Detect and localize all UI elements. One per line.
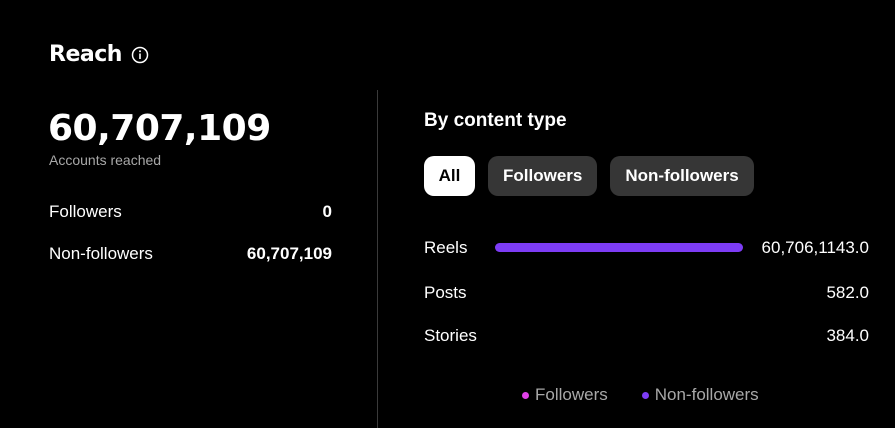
content-row-label: Stories — [424, 326, 477, 345]
info-icon[interactable] — [131, 46, 149, 64]
non-followers-dot-icon — [641, 391, 649, 399]
panel-divider — [377, 90, 378, 428]
followers-dot-icon — [522, 391, 529, 399]
reels-non-followers-bar — [495, 243, 743, 252]
reach-header: Reach — [49, 42, 149, 67]
content-row-stories: Stories 384.0 — [424, 324, 869, 348]
content-type-filter-chips: All Followers Non-followers — [424, 156, 754, 196]
legend-label: Non-followers — [654, 385, 759, 404]
content-row-value: 60,706,1143.0 — [761, 238, 869, 257]
legend-label: Followers — [535, 385, 608, 404]
content-row-value: 384.0 — [826, 326, 869, 345]
accounts-reached-count: 60,707,109 — [48, 108, 271, 149]
accounts-reached-label: Accounts reached — [49, 152, 162, 168]
page-title: Reach — [49, 42, 122, 67]
chip-non-followers[interactable]: Non-followers — [610, 156, 754, 196]
stat-label: Non-followers — [49, 244, 153, 263]
content-row-label: Posts — [424, 283, 467, 302]
stat-value: 60,707,109 — [246, 244, 332, 263]
chip-all[interactable]: All — [424, 156, 475, 196]
legend-item-non-followers: Non-followers — [641, 385, 759, 405]
content-row-posts: Posts 582.0 — [424, 281, 869, 305]
stat-value: 0 — [322, 202, 332, 221]
content-row-value: 582.0 — [826, 283, 869, 302]
legend-item-followers: Followers — [522, 385, 608, 405]
chart-legend: Followers Non-followers — [522, 385, 759, 405]
content-row-label: Reels — [424, 238, 468, 257]
stat-label: Followers — [49, 202, 122, 221]
content-row-reels: Reels 60,706,1143.0 — [424, 236, 869, 260]
content-type-title: By content type — [424, 110, 567, 131]
followers-stat-row: Followers 0 — [49, 202, 332, 222]
chip-followers[interactable]: Followers — [488, 156, 598, 196]
non-followers-stat-row: Non-followers 60,707,109 — [49, 244, 332, 264]
